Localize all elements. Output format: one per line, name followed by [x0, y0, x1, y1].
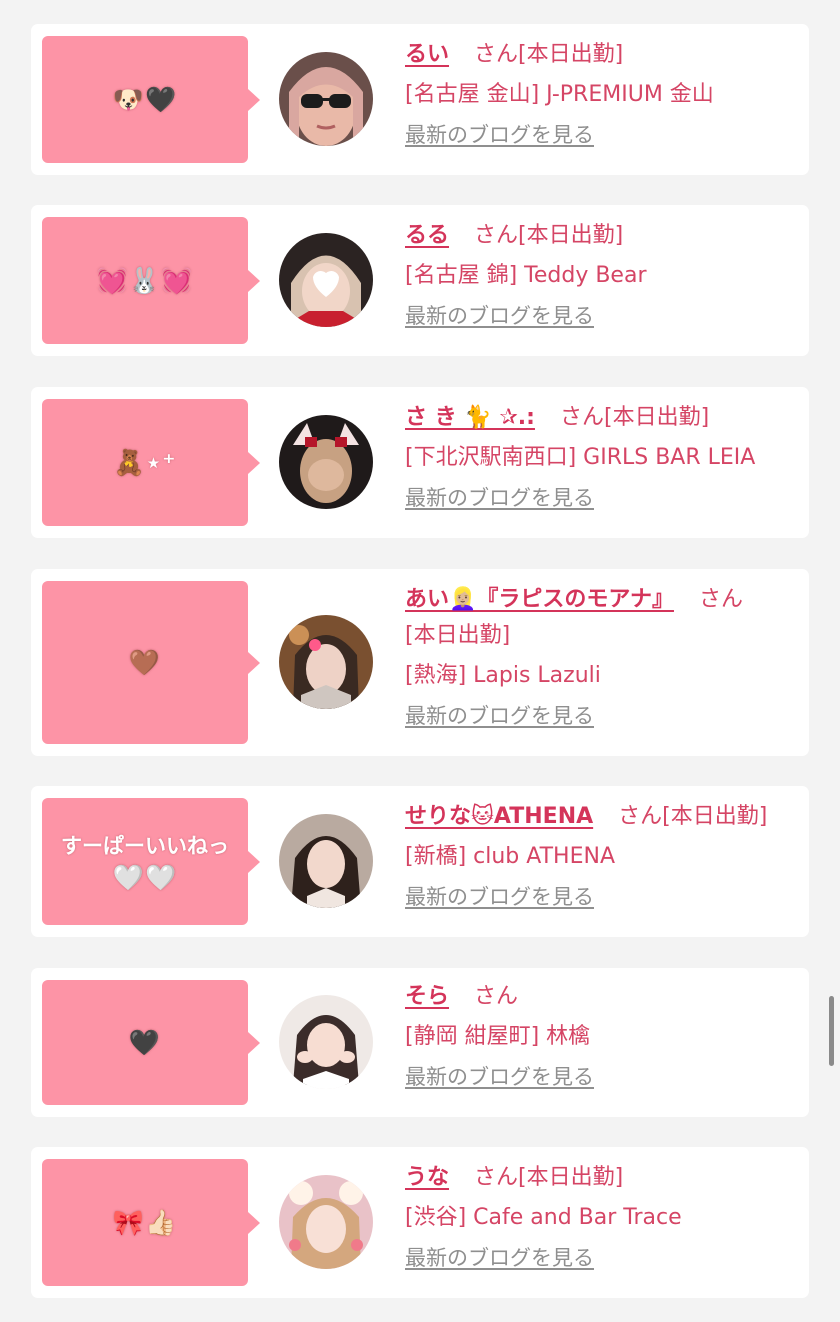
user-name-link[interactable]: そら: [405, 984, 449, 1009]
bubble-emoji: 🎀👍🏻: [112, 1207, 178, 1237]
bubble-text: すーぱーいいねっ: [61, 833, 229, 858]
attendance-status: [本日出勤]: [518, 1165, 624, 1190]
card-info: そら さん [静岡 紺屋町] 林檎 最新のブログを見る: [405, 982, 803, 1092]
card-info: るい さん[本日出勤] [名古屋 金山] J-PREMIUM 金山 最新のブログ…: [405, 40, 803, 150]
name-line: せりな🐱ATHENA さん[本日出勤]: [405, 802, 803, 832]
attendance-status: [本日出勤]: [662, 804, 768, 829]
name-line: そら さん: [405, 982, 803, 1012]
bubble-emoji: 🤎: [128, 647, 162, 677]
card-info: さ き 🐈 ✰.: さん[本日出勤] [下北沢駅南西口] GIRLS BAR L…: [405, 403, 803, 513]
profile-photo-icon: [279, 233, 373, 327]
latest-blog-link[interactable]: 最新のブログを見る: [405, 123, 594, 147]
card-info: うな さん[本日出勤] [渋谷] Cafe and Bar Trace 最新のブ…: [405, 1163, 803, 1273]
message-bubble: 🧸⋆⁺: [42, 399, 260, 526]
honorific: さん: [474, 984, 519, 1009]
honorific: さん: [474, 1165, 519, 1190]
card-info: るる さん[本日出勤] [名古屋 錦] Teddy Bear 最新のブログを見る: [405, 221, 803, 331]
latest-blog-link[interactable]: 最新のブログを見る: [405, 885, 594, 909]
avatar[interactable]: [279, 52, 373, 146]
user-name-link[interactable]: せりな🐱ATHENA: [405, 804, 593, 829]
honorific: さん: [618, 804, 663, 829]
user-name-link[interactable]: あい👱🏼‍♀️『ラピスのモアナ』: [405, 587, 674, 612]
profile-photo-icon: [279, 615, 373, 709]
name-line: あい👱🏼‍♀️『ラピスのモアナ』 さん: [405, 585, 803, 615]
list-item: 🖤 そら さん [静岡 紺屋町] 林檎 最新のブログを見る: [31, 968, 809, 1117]
avatar[interactable]: [279, 415, 373, 509]
message-bubble: 🎀👍🏻: [42, 1159, 260, 1286]
card-info: せりな🐱ATHENA さん[本日出勤] [新橋] club ATHENA 最新の…: [405, 802, 803, 912]
name-line: るる さん[本日出勤]: [405, 221, 803, 251]
user-name-link[interactable]: うな: [405, 1165, 449, 1190]
message-bubble: 🐶🖤: [42, 36, 260, 163]
profile-photo-icon: [279, 415, 373, 509]
latest-blog-link[interactable]: 最新のブログを見る: [405, 1246, 594, 1270]
user-name-link[interactable]: るる: [405, 223, 449, 248]
bubble-emoji: 💓🐰💓: [96, 265, 194, 295]
profile-photo-icon: [279, 814, 373, 908]
shop-name: [熱海] Lapis Lazuli: [405, 663, 601, 688]
attendance-status: [本日出勤]: [405, 623, 511, 648]
avatar[interactable]: [279, 233, 373, 327]
bubble-emoji: 🐶🖤: [112, 84, 178, 114]
bubble-emoji: 🖤: [128, 1027, 162, 1057]
user-name-link[interactable]: るい: [405, 42, 449, 67]
honorific: さん: [474, 223, 519, 248]
honorific: さん: [559, 405, 604, 430]
message-bubble: 🤎: [42, 581, 260, 744]
bubble-emoji: 🧸⋆⁺: [113, 447, 177, 477]
name-line: るい さん[本日出勤]: [405, 40, 803, 70]
attendance-line: [本日出勤]: [405, 621, 803, 651]
honorific: さん: [698, 587, 743, 612]
shop-name: [下北沢駅南西口] GIRLS BAR LEIA: [405, 445, 756, 470]
honorific: さん: [474, 42, 519, 67]
profile-photo-icon: [279, 52, 373, 146]
user-name-link[interactable]: さ き 🐈 ✰.:: [405, 405, 535, 430]
latest-blog-link[interactable]: 最新のブログを見る: [405, 486, 594, 510]
bubble-emoji: 🤍🤍: [112, 862, 178, 892]
profile-photo-icon: [279, 1175, 373, 1269]
message-bubble: すーぱーいいねっ 🤍🤍: [42, 798, 260, 925]
list-item: 🧸⋆⁺ さ き 🐈 ✰.: さん[本日出勤] [下北沢駅南西口] GIRLS B…: [31, 387, 809, 538]
vertical-scrollbar[interactable]: [829, 996, 834, 1066]
shop-name: [名古屋 金山] J-PREMIUM 金山: [405, 82, 714, 107]
list-item: すーぱーいいねっ 🤍🤍 せりな🐱ATHENA さん[本日出勤] [新橋] clu…: [31, 786, 809, 937]
name-line: うな さん[本日出勤]: [405, 1163, 803, 1193]
shop-name: [静岡 紺屋町] 林檎: [405, 1024, 591, 1049]
card-info: あい👱🏼‍♀️『ラピスのモアナ』 さん [本日出勤] [熱海] Lapis La…: [405, 585, 803, 731]
list-item: 🎀👍🏻 うな さん[本日出勤] [渋谷] Cafe and Bar Trace …: [31, 1147, 809, 1298]
avatar[interactable]: [279, 995, 373, 1089]
shop-name: [渋谷] Cafe and Bar Trace: [405, 1205, 682, 1230]
shop-name: [新橋] club ATHENA: [405, 844, 615, 869]
attendance-status: [本日出勤]: [518, 42, 624, 67]
latest-blog-link[interactable]: 最新のブログを見る: [405, 304, 594, 328]
latest-blog-link[interactable]: 最新のブログを見る: [405, 1065, 594, 1089]
name-line: さ き 🐈 ✰.: さん[本日出勤]: [405, 403, 803, 433]
latest-blog-link[interactable]: 最新のブログを見る: [405, 704, 594, 728]
list-item: 🐶🖤 るい さん[本日出勤] [名古屋 金山] J-PREMIUM 金山 最新の…: [31, 24, 809, 175]
avatar[interactable]: [279, 814, 373, 908]
attendance-status: [本日出勤]: [518, 223, 624, 248]
profile-photo-icon: [279, 995, 373, 1089]
list-item: 🤎 あい👱🏼‍♀️『ラピスのモアナ』 さん [本日出勤] [熱海] Lapis …: [31, 569, 809, 756]
attendance-status: [本日出勤]: [603, 405, 710, 430]
shop-name: [名古屋 錦] Teddy Bear: [405, 263, 647, 288]
avatar[interactable]: [279, 615, 373, 709]
like-notification-list: 🐶🖤 るい さん[本日出勤] [名古屋 金山] J-PREMIUM 金山 最新の…: [0, 0, 840, 1322]
list-item: 💓🐰💓 るる さん[本日出勤] [名古屋 錦] Teddy Bear 最新のブロ…: [31, 205, 809, 356]
message-bubble: 💓🐰💓: [42, 217, 260, 344]
avatar[interactable]: [279, 1175, 373, 1269]
message-bubble: 🖤: [42, 980, 260, 1105]
